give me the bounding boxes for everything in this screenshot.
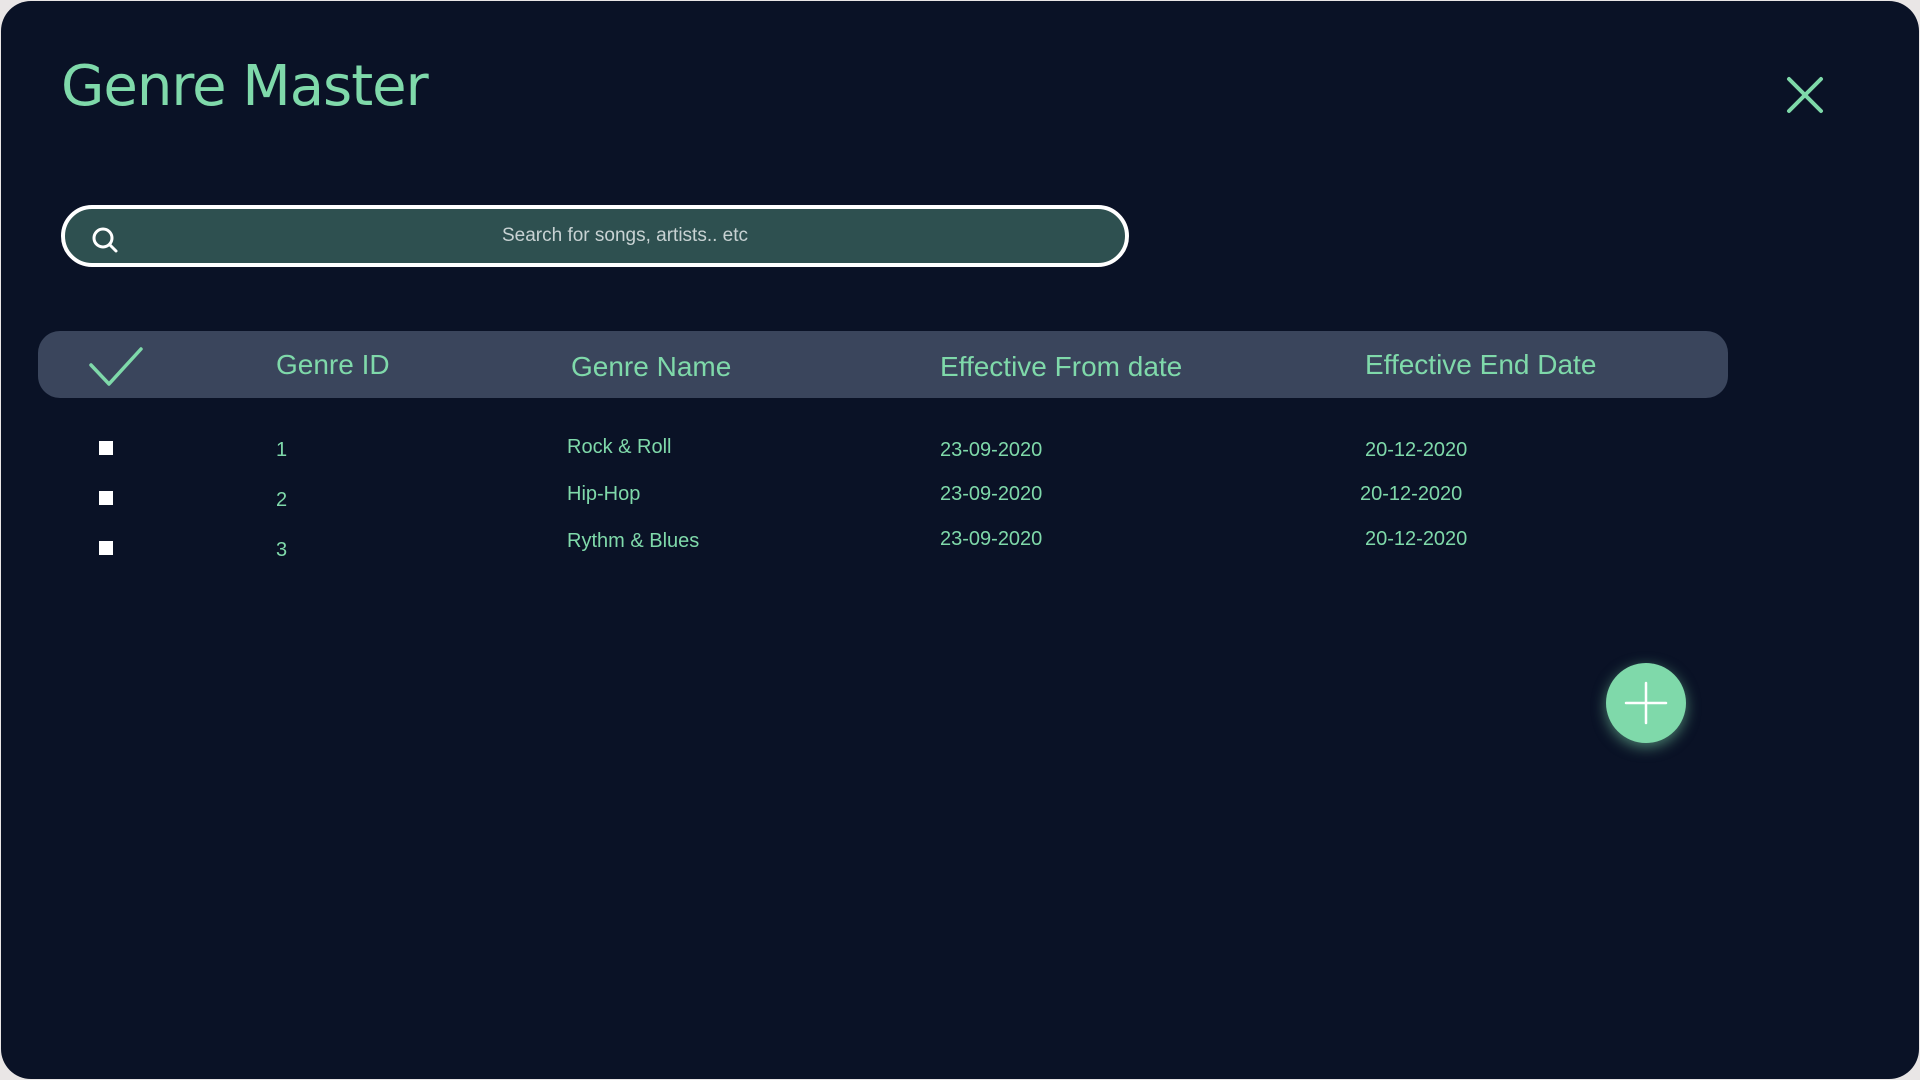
- end-date-cell: 20-12-2020: [1360, 483, 1463, 505]
- plus-icon: [1624, 681, 1668, 725]
- column-header-genre-name[interactable]: Genre Name: [571, 351, 731, 383]
- row-checkbox[interactable]: [99, 541, 113, 555]
- table-header: Genre ID Genre Name Effective From date …: [38, 331, 1728, 398]
- search-bar: [61, 205, 1129, 267]
- close-button[interactable]: [1781, 71, 1829, 119]
- page-title: Genre Master: [61, 54, 429, 119]
- add-genre-button[interactable]: [1606, 663, 1686, 743]
- from-date-cell: 23-09-2020: [940, 528, 1043, 550]
- end-date-cell: 20-12-2020: [1365, 439, 1468, 461]
- genre-master-panel: Genre Master Genre ID Genre Name Effecti…: [1, 1, 1919, 1079]
- column-header-effective-from-date[interactable]: Effective From date: [940, 351, 1182, 383]
- genre-id-cell: 1: [276, 439, 288, 461]
- close-icon: [1787, 77, 1823, 113]
- from-date-cell: 23-09-2020: [940, 439, 1043, 461]
- end-date-cell: 20-12-2020: [1365, 528, 1468, 550]
- row-checkbox[interactable]: [99, 491, 113, 505]
- genre-name-cell: Rythm & Blues: [567, 530, 700, 552]
- select-all-checkmark-icon[interactable]: [88, 345, 144, 387]
- search-icon: [92, 227, 118, 253]
- search-input[interactable]: [135, 209, 1115, 263]
- genre-id-cell: 2: [276, 489, 288, 511]
- from-date-cell: 23-09-2020: [940, 483, 1043, 505]
- column-header-effective-end-date[interactable]: Effective End Date: [1365, 349, 1596, 381]
- column-header-genre-id[interactable]: Genre ID: [276, 349, 390, 381]
- genre-name-cell: Hip-Hop: [567, 483, 641, 505]
- row-checkbox[interactable]: [99, 441, 113, 455]
- genre-name-cell: Rock & Roll: [567, 436, 672, 458]
- genre-id-cell: 3: [276, 539, 288, 561]
